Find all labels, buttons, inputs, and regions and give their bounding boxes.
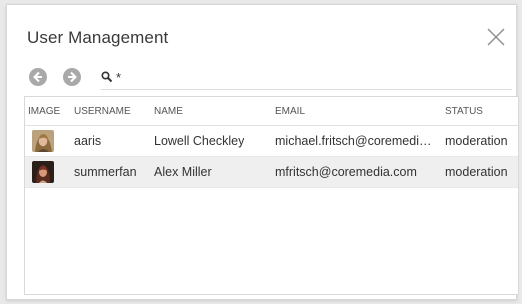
status-cell: moderation [445, 165, 508, 179]
username-cell: aaris [74, 134, 102, 148]
avatar [32, 161, 54, 183]
search-input[interactable] [116, 68, 496, 86]
user-management-dialog: User Management * IMAGE USERNAME NAME EM… [6, 4, 519, 300]
username-cell: summerfan [74, 165, 137, 179]
back-button[interactable] [29, 68, 47, 86]
forward-button[interactable] [63, 68, 81, 86]
status-cell: moderation [445, 134, 508, 148]
table-row[interactable]: summerfan Alex Miller mfritsch@coremedia… [25, 157, 518, 188]
column-header-username[interactable]: USERNAME [74, 106, 131, 117]
dialog-title: User Management [27, 28, 169, 47]
search-icon [101, 71, 113, 83]
name-cell: Alex Miller [154, 165, 212, 179]
column-header-image[interactable]: IMAGE [28, 106, 60, 117]
toolbar [28, 67, 512, 91]
close-icon[interactable] [486, 27, 506, 47]
arrow-left-circle-icon [33, 71, 42, 83]
table-header: IMAGE USERNAME NAME EMAIL STATUS [25, 97, 518, 126]
table-row[interactable]: aaris Lowell Checkley michael.fritsch@co… [25, 126, 518, 157]
email-cell: mfritsch@coremedia.com [275, 165, 417, 179]
arrow-right-circle-icon [68, 71, 77, 83]
users-table: IMAGE USERNAME NAME EMAIL STATUS aaris L… [24, 96, 519, 295]
email-cell: michael.fritsch@coremedia.c... [275, 134, 438, 148]
column-header-email[interactable]: EMAIL [275, 106, 438, 117]
name-cell: Lowell Checkley [154, 134, 245, 148]
search-field [101, 67, 512, 90]
avatar [32, 130, 54, 152]
column-header-name[interactable]: NAME [154, 106, 183, 117]
column-header-status[interactable]: STATUS [445, 106, 483, 117]
